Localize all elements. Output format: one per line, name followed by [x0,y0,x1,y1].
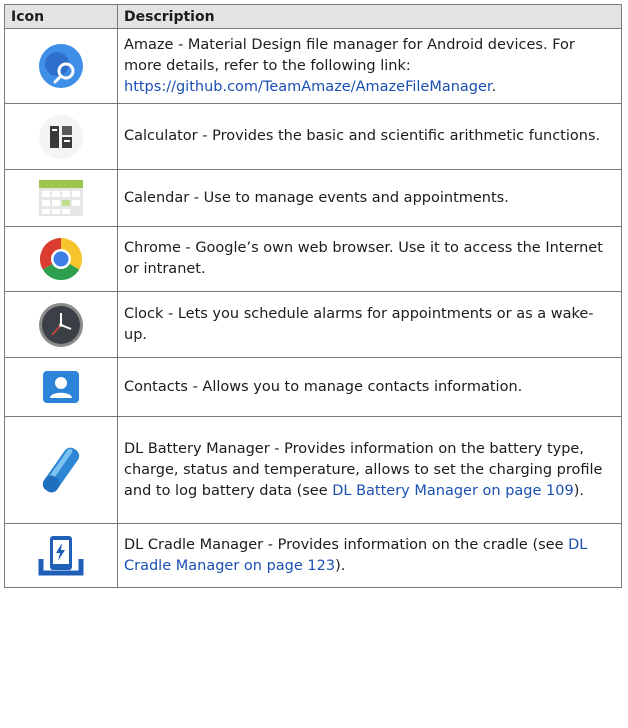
table-header-row: Icon Description [4,4,622,29]
icon-cell [4,28,118,104]
icon-column-header: Icon [4,4,118,29]
description-cell: Calculator - Provides the basic and scie… [117,103,622,170]
description-cell: DL Battery Manager - Provides informatio… [117,416,622,524]
calendar-icon [39,180,83,216]
cradle-manager-suffix: ). [335,557,346,574]
battery-manager-link[interactable]: DL Battery Manager on page 109 [332,483,573,499]
battery-manager-suffix: ). [573,482,584,499]
cradle-manager-icon [38,535,84,575]
table-row: Chrome - Google’s own web browser. Use i… [4,226,622,292]
description-cell: Contacts - Allows you to manage contacts… [117,357,622,417]
calculator-icon [39,114,83,159]
icon-cell [4,226,118,292]
table-row: Calculator - Provides the basic and scie… [4,103,622,170]
icon-cell [4,291,118,358]
icon-cell [4,416,118,524]
icon-cell [4,169,118,227]
battery-manager-icon [42,447,80,493]
table-row: Calendar - Use to manage events and appo… [4,169,622,227]
clock-icon [39,302,83,347]
amaze-period: . [491,78,497,95]
icon-cell [4,523,118,588]
amaze-description: Amaze - Material Design file manager for… [124,36,575,74]
description-cell: Amaze - Material Design file manager for… [117,28,622,104]
icon-cell [4,357,118,417]
table-row: Amaze - Material Design file manager for… [4,28,622,104]
description-cell: Chrome - Google’s own web browser. Use i… [117,226,622,292]
app-list-table: Icon Description Amaze - Material Design… [4,4,622,588]
contacts-icon [43,371,79,403]
app-list-table-container: Icon Description Amaze - Material Design… [4,4,622,588]
table-row: DL Battery Manager - Provides informatio… [4,416,622,524]
description-cell: Calendar - Use to manage events and appo… [117,169,622,227]
description-cell: DL Cradle Manager - Provides information… [117,523,622,588]
table-row: Contacts - Allows you to manage contacts… [4,357,622,417]
description-cell: Clock - Lets you schedule alarms for app… [117,291,622,358]
description-column-header: Description [117,4,622,29]
chrome-icon [39,238,83,281]
table-row: DL Cradle Manager - Provides information… [4,523,622,588]
cradle-manager-description: DL Cradle Manager - Provides information… [124,536,569,553]
amaze-icon [39,44,83,88]
amaze-link[interactable]: https://github.com/TeamAmaze/AmazeFileMa… [124,79,492,95]
icon-cell [4,103,118,170]
table-row: Clock - Lets you schedule alarms for app… [4,291,622,358]
